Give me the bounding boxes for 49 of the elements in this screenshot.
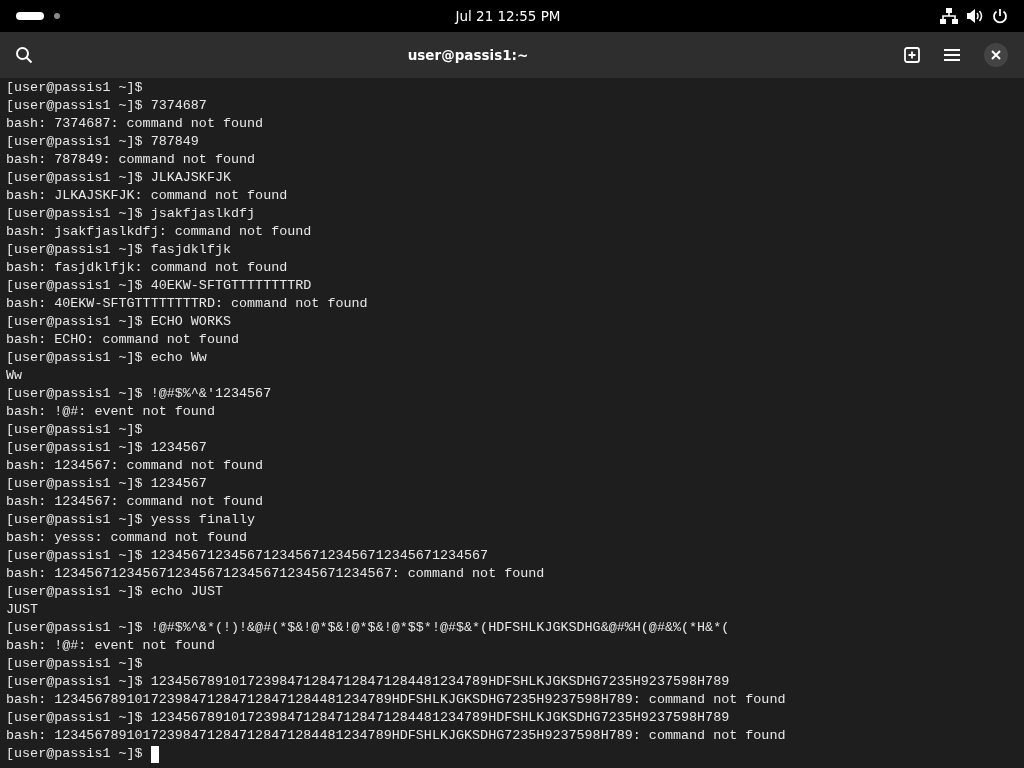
terminal-line: [user@passis1 ~]$ [6,421,143,439]
terminal-line: [user@passis1 ~]$ [6,655,143,673]
clock[interactable]: Jul 21 12:55 PM [455,5,561,27]
terminal-line: bash: 123456789101723984712847128471284481234789HDFSHLKJGKSDHG7235H9237598H789: command not found [6,691,786,709]
terminal-line: bash: JLKAJSKFJK: command not found [6,187,288,205]
terminal-line: bash: fasjdklfjk: command not found [6,259,288,277]
terminal-line: [user@passis1 ~]$ [6,79,143,97]
workspace-dot-icon[interactable] [54,13,60,19]
terminal-line: [user@passis1 ~]$ echo JUST [6,583,223,601]
workspace-indicator-icon[interactable] [16,12,46,20]
terminal-line: [user@passis1 ~]$ 123456789101723984712847128471284481234789HDFSHLKJGKSDHG7235H9237598H789 [6,673,730,691]
terminal-line: bash: ECHO: command not found [6,331,240,349]
terminal-line: bash: 7374687: command not found [6,115,264,133]
terminal-line: [user@passis1 ~]$ ECHO WORKS [6,313,231,331]
volume-icon[interactable] [966,8,984,24]
terminal-line: bash: jsakfjaslkdfj: command not found [6,223,312,241]
terminal-line: bash: !@#: event not found [6,403,215,421]
network-icon[interactable] [940,8,958,24]
terminal-line: [user@passis1 ~]$ 1234567 [6,475,207,493]
terminal-line: bash: !@#: event not found [6,637,215,655]
plus-icon [904,47,920,63]
terminal-line: [user@passis1 ~]$ 7374687 [6,97,207,115]
terminal-line: [user@passis1 ~]$ !@#$%^&'1234567 [6,385,272,403]
terminal-line: bash: yesss: command not found [6,529,248,547]
terminal-line: bash: 787849: command not found [6,151,256,169]
terminal-line: [user@passis1 ~]$ 123456789101723984712847128471284481234789HDFSHLKJGKSDHG7235H9237598H789 [6,709,730,727]
terminal-line: bash: 123456789101723984712847128471284481234789HDFSHLKJGKSDHG7235H9237598H789: command not found [6,727,786,745]
window-title: user@passis1:~ [407,46,529,63]
menu-icon [944,48,960,62]
terminal-line: [user@passis1 ~]$ 40EKW-SFTGTTTTTTTTRD [6,277,312,295]
terminal-line: [user@passis1 ~]$ 123456712345671234567123456712345671234567 [6,547,489,565]
close-icon [991,50,1001,60]
terminal-line: bash: 40EKW-SFTGTTTTTTTTRD: command not found [6,295,368,313]
terminal-line: bash: 1234567: command not found [6,457,264,475]
terminal-line: [user@passis1 ~]$ yesss finally [6,511,256,529]
search-icon [15,46,33,64]
terminal-line: [user@passis1 ~]$ !@#$%^&*(!)!&@#(*$&!@*$&!@*$&!@*$$*!@#$&*(HDFSHLKJGKSDHG&@#%H(@#&%(*H&*( [6,619,730,637]
terminal-line: [user@passis1 ~]$ echo Ww [6,349,207,367]
terminal-line: bash: 123456712345671234567123456712345671234567: command not found [6,565,545,583]
terminal-line: [user@passis1 ~]$ fasjdklfjk [6,241,231,259]
terminal-line: bash: 1234567: command not found [6,493,264,511]
terminal-line: [user@passis1 ~]$ 1234567 [6,439,207,457]
terminal-line: [user@passis1 ~]$ 787849 [6,133,199,151]
power-icon[interactable] [992,8,1008,24]
terminal-line: [user@passis1 ~]$ [6,745,143,763]
terminal-line: JUST [6,601,39,619]
terminal-line: [user@passis1 ~]$ JLKAJSKFJK [6,169,231,187]
terminal-line: [user@passis1 ~]$ jsakfjaslkdfj [6,205,256,223]
terminal-line: Ww [6,367,23,385]
